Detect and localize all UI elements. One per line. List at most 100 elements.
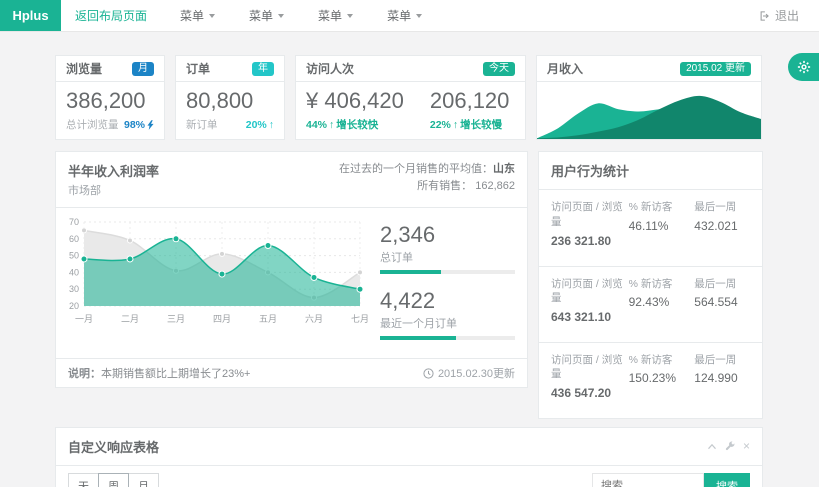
views-card: 浏览量 月 386,200 总计浏览量 98% [55, 55, 165, 140]
dashboard-content: 浏览量 月 386,200 总计浏览量 98% 订单 年 80,800 新订单 [0, 32, 819, 487]
middle-row: 半年收入利润率 市场部 在过去的一个月销售的平均值：山东 所有销售： 162,8… [55, 151, 764, 419]
svg-text:二月: 二月 [121, 314, 139, 324]
behavior-value: 564.554 [694, 294, 750, 311]
range-button-day[interactable]: 天 [68, 473, 99, 487]
chevron-down-icon [416, 14, 422, 18]
behavior-label: 访问页面 / 浏览量 [551, 201, 623, 228]
profit-line-chart: 203040506070一月二月三月四月五月六月七月 [60, 214, 368, 330]
bolt-icon [147, 120, 154, 130]
behavior-value: 124.990 [694, 370, 750, 387]
total-orders-label: 总订单 [380, 249, 515, 265]
arrow-up-icon: ↑ [329, 119, 334, 131]
orders-period-badge: 年 [252, 62, 274, 76]
sign-out-icon [757, 10, 769, 22]
orders-delta: 20%↑ [246, 119, 274, 131]
views-value: 386,200 [66, 88, 154, 114]
search-button[interactable]: 搜索 [704, 473, 750, 487]
orders-card: 订单 年 80,800 新订单 20%↑ [175, 55, 285, 140]
behavior-value: 92.43% [629, 294, 695, 311]
menu-dropdown-2[interactable]: 菜单 [232, 7, 301, 24]
behavior-value: 46.11% [629, 218, 695, 235]
visits-secondary-note: 22%↑增长较慢 [430, 117, 510, 132]
income-area-chart [537, 87, 761, 139]
visits-primary-value: ¥ 406,420 [306, 88, 404, 114]
menu-dropdown-3[interactable]: 菜单 [301, 7, 370, 24]
views-card-title: 浏览量 [66, 60, 102, 77]
gear-icon [797, 60, 811, 74]
behavior-value: 436 547.20 [551, 385, 629, 402]
behavior-label: 最后一周 [694, 354, 736, 366]
chevron-down-icon [347, 14, 353, 18]
menu-dropdown-4[interactable]: 菜单 [370, 7, 439, 24]
visits-card: 访问人次 今天 ¥ 406,420 44%↑增长较快 206,120 22%↑增… [295, 55, 526, 140]
profit-panel-footnote: 说明：本期销售额比上期增长了23%+ [68, 365, 250, 381]
month-orders-label: 最近一个月订单 [380, 315, 515, 331]
range-button-month[interactable]: 月 [128, 473, 159, 487]
logout-label: 退出 [775, 7, 799, 24]
top-navbar: Hplus 返回布局页面 菜单 菜单 菜单 菜单 退出 [0, 0, 819, 32]
orders-card-title: 订单 [186, 60, 210, 77]
visits-primary-note: 44%↑增长较快 [306, 117, 404, 132]
behavior-label: % 新访客 [629, 354, 673, 366]
chevron-up-icon[interactable] [707, 443, 717, 450]
menu-dropdown-1[interactable]: 菜单 [163, 7, 232, 24]
svg-text:60: 60 [69, 234, 79, 244]
profit-panel-title: 半年收入利润率 [68, 161, 159, 180]
behavior-value: 150.23% [629, 370, 695, 387]
table-toolbar: 天 周 月 搜索 [56, 466, 762, 487]
income-card-title: 月收入 [547, 60, 583, 77]
app-logo[interactable]: Hplus [0, 0, 61, 31]
level-up-icon: ↑ [269, 119, 274, 131]
logout-button[interactable]: 退出 [757, 0, 819, 31]
total-orders-progressbar [380, 270, 515, 274]
visits-secondary-value: 206,120 [430, 88, 510, 114]
wrench-icon[interactable] [725, 441, 735, 451]
svg-text:30: 30 [69, 285, 79, 295]
chevron-down-icon [278, 14, 284, 18]
behavior-row: 访问页面 / 浏览量643 321.10 % 新访客92.43% 最后一周564… [539, 267, 762, 343]
month-orders-progressbar [380, 336, 515, 340]
search-input[interactable] [592, 473, 704, 487]
theme-settings-button[interactable] [788, 53, 819, 81]
svg-text:六月: 六月 [305, 313, 323, 324]
svg-text:一月: 一月 [75, 314, 93, 324]
order-stats: 2,346 总订单 4,422 最近一个月订单 [368, 214, 519, 354]
svg-text:五月: 五月 [259, 314, 277, 324]
visits-secondary: 206,120 22%↑增长较慢 [430, 88, 510, 132]
arrow-up-icon: ↑ [453, 119, 458, 131]
nav-links: 返回布局页面 菜单 菜单 菜单 菜单 [61, 0, 439, 31]
income-update-badge: 2015.02 更新 [680, 62, 751, 76]
total-orders-value: 2,346 [380, 222, 515, 248]
profit-panel-subtitle: 市场部 [68, 182, 159, 198]
profit-panel-updated: 2015.02.30更新 [423, 365, 515, 381]
svg-text:七月: 七月 [351, 314, 368, 324]
range-button-group: 天 周 月 [68, 473, 159, 487]
back-to-layout-link[interactable]: 返回布局页面 [61, 7, 163, 24]
custom-table-panel: 自定义响应表格 × 天 周 月 搜索 项目 进度 [55, 427, 763, 487]
close-icon[interactable]: × [743, 440, 750, 452]
svg-text:40: 40 [69, 268, 79, 278]
views-label: 总计浏览量 [66, 117, 119, 132]
chevron-down-icon [209, 14, 215, 18]
menu-label: 菜单 [387, 7, 411, 24]
svg-text:四月: 四月 [213, 314, 231, 324]
profit-chart-panel: 半年收入利润率 市场部 在过去的一个月销售的平均值：山东 所有销售： 162,8… [55, 151, 528, 388]
orders-label: 新订单 [186, 117, 218, 132]
behavior-label: % 新访客 [629, 278, 673, 290]
user-behavior-panel: 用户行为统计 访问页面 / 浏览量236 321.80 % 新访客46.11% … [538, 151, 763, 419]
views-period-badge: 月 [132, 62, 154, 76]
clock-icon [423, 368, 434, 379]
table-search: 搜索 [592, 473, 750, 487]
visits-primary: ¥ 406,420 44%↑增长较快 [306, 88, 404, 132]
stat-cards-row: 浏览量 月 386,200 总计浏览量 98% 订单 年 80,800 新订单 [55, 55, 764, 140]
svg-text:20: 20 [69, 301, 79, 311]
behavior-label: 访问页面 / 浏览量 [551, 278, 623, 305]
behavior-row: 访问页面 / 浏览量236 321.80 % 新访客46.11% 最后一周432… [539, 190, 762, 266]
behavior-label: 访问页面 / 浏览量 [551, 354, 623, 381]
svg-text:70: 70 [69, 217, 79, 227]
month-orders-value: 4,422 [380, 288, 515, 314]
svg-text:三月: 三月 [167, 314, 185, 324]
behavior-value: 432.021 [694, 218, 750, 235]
range-button-week[interactable]: 周 [98, 473, 129, 487]
views-delta: 98% [124, 119, 154, 131]
